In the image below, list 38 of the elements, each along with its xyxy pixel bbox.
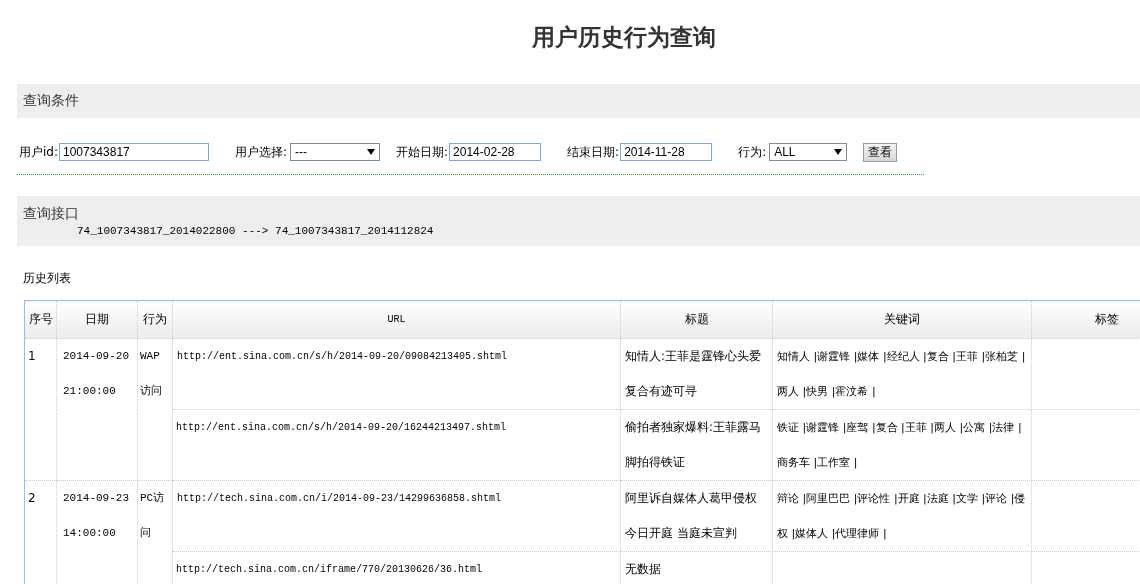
table-cell: 知情人:王菲是霆锋心头爱复合有迹可寻 — [620, 338, 773, 410]
column-header: URL — [172, 300, 621, 339]
interface-text: 74_1007343817_2014022800 ---> 74_1007343817_2014112824 — [76, 225, 434, 237]
dropdown-arrow-icon — [834, 149, 843, 155]
table-cell: WAP访问 — [137, 338, 173, 481]
user-id-field[interactable]: 1007343817 — [59, 143, 209, 161]
end-date-field[interactable]: 2014-11-28 — [620, 143, 713, 161]
action-select-dropdown[interactable]: ALL — [769, 143, 848, 161]
column-header: 日期 — [56, 300, 138, 339]
field-label: 用户选择: — [235, 143, 288, 161]
table-cell: 铁证 |谢霆锋 |座驾 |复合 |王菲 |两人 |公寓 |法律 |商务车 |工作室 | — [772, 409, 1032, 481]
column-header: 行为 — [137, 300, 173, 339]
table-cell: 2014-09-20 21:00:00 — [56, 338, 138, 481]
table-cell: http://tech.sina.com.cn/i/2014-09-23/14299636858.shtml — [172, 480, 621, 552]
table-cell: 知情人 |谢霆锋 |媒体 |经纪人 |复合 |王菲 |张柏芝 |两人 |快男 |霍汶希 | — [772, 338, 1032, 410]
section-heading: 查询接口 — [23, 205, 79, 223]
section-heading: 查询条件 — [23, 92, 79, 110]
column-header: 标签 — [1031, 300, 1140, 339]
column-header: 序号 — [24, 300, 57, 339]
table-cell: 偷拍者独家爆料:王菲露马脚拍得铁证 — [620, 409, 773, 481]
user-select-dropdown[interactable]: --- — [290, 143, 381, 161]
field-label: 行为: — [738, 143, 767, 161]
table-cell: http://ent.sina.com.cn/s/h/2014-09-20/16244213497.shtml — [172, 409, 621, 481]
column-header: 标题 — [620, 300, 773, 339]
field-label: 结束日期: — [567, 143, 620, 161]
list-heading: 历史列表 — [23, 270, 72, 284]
table-cell: http://ent.sina.com.cn/s/h/2014-09-20/09084213405.shtml — [172, 338, 621, 410]
field-label: 开始日期: — [396, 143, 449, 161]
column-header: 关键词 — [772, 300, 1032, 339]
field-label: 用户id: — [19, 143, 58, 161]
dropdown-arrow-icon — [367, 149, 376, 155]
view-button[interactable]: 查看 — [863, 142, 898, 162]
page-title: 用户历史行为查询 — [531, 22, 717, 52]
table-cell: 辩论 |阿里巴巴 |评论性 |开庭 |法庭 |文学 |评论 |侵权 |媒体人 |代理律师 | — [772, 480, 1032, 552]
start-date-field[interactable]: 2014-02-28 — [449, 143, 542, 161]
table-cell: 1 — [24, 338, 57, 481]
table-cell: 阿里诉自媒体人葛甲侵权今日开庭 当庭未宣判 — [620, 480, 773, 552]
table-cell: PC访问 — [137, 480, 173, 584]
